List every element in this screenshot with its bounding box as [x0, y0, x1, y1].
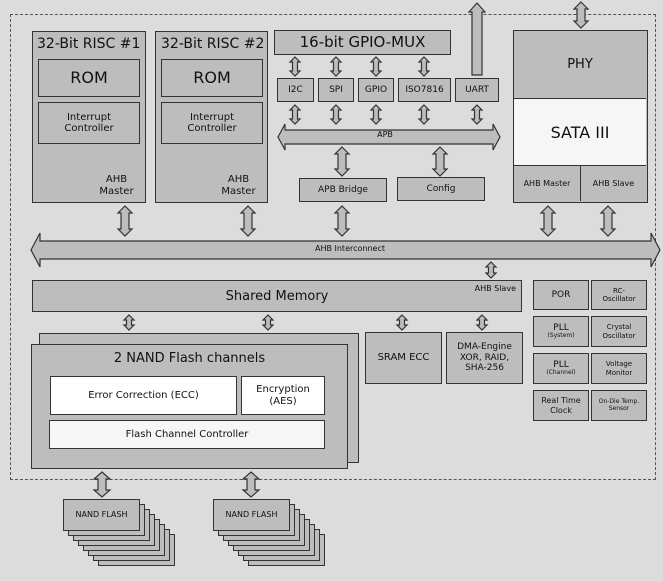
- sata-master-ahb-arrow-icon: [539, 205, 557, 237]
- peripheral-apb-arrow-icon: [369, 104, 383, 125]
- gpio-mux-arrow-icon: [329, 56, 343, 77]
- peripheral-apb-arrow-icon: [288, 104, 302, 125]
- ahb-interconnect-label: AHB Interconnect: [314, 244, 385, 253]
- nand-flash-arrow-icon: [92, 471, 112, 498]
- risc1-ahb-arrow-icon: [116, 205, 134, 237]
- apb-label: APB: [377, 130, 393, 139]
- gpio-mux-arrow-icon: [288, 56, 302, 77]
- shared-memory-arrow-icon: [261, 314, 275, 331]
- shared-memory-arrow-icon: [395, 314, 409, 331]
- shared-memory-arrow-icon: [475, 314, 489, 331]
- apb-bridge-ahb-arrow-icon: [333, 205, 351, 237]
- peripheral-apb-arrow-icon: [329, 104, 343, 125]
- sata-slave-ahb-arrow-icon: [599, 205, 617, 237]
- uart-external-arrow-icon: [467, 2, 487, 76]
- apb-bridge-arrow-icon: [333, 146, 351, 177]
- peripheral-apb-arrow-icon: [470, 104, 484, 125]
- sata-external-arrow-icon: [572, 1, 590, 29]
- bus-arrows: [30, 1, 661, 498]
- gpio-mux-arrow-icon: [369, 56, 383, 77]
- peripheral-apb-arrow-icon: [417, 104, 431, 125]
- risc2-ahb-arrow-icon: [239, 205, 257, 237]
- nand-flash-arrow-icon: [241, 471, 261, 498]
- shared-memory-ahb-arrow-icon: [484, 261, 498, 279]
- config-arrow-icon: [431, 146, 449, 177]
- shared-memory-arrow-icon: [122, 314, 136, 331]
- gpio-mux-arrow-icon: [417, 56, 431, 77]
